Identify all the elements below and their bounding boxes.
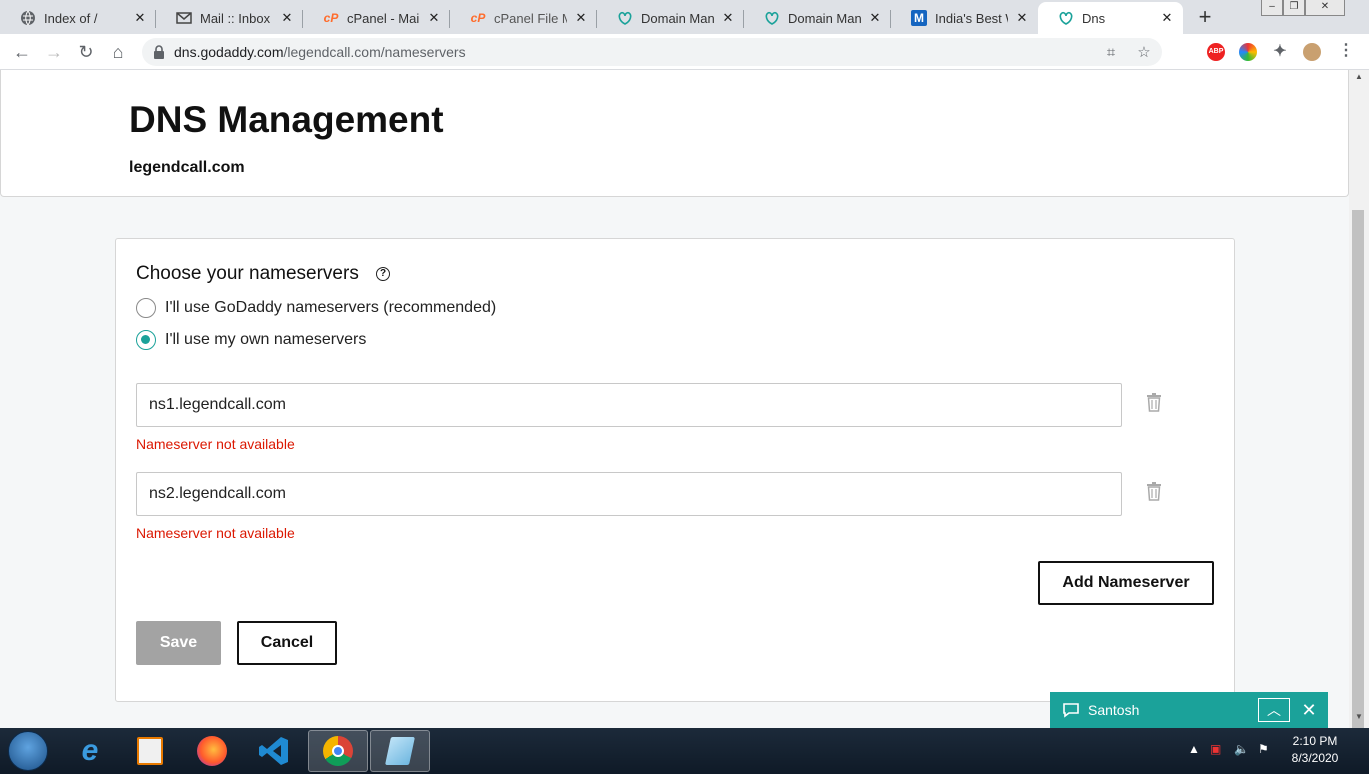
add-nameserver-button[interactable]: Add Nameserver [1038,561,1214,605]
restore-button[interactable]: ❐ [1283,0,1305,16]
help-icon[interactable]: ? [376,267,390,281]
nameserver-1-input[interactable] [136,383,1122,427]
color-picker-icon[interactable] [1239,43,1257,61]
extensions-icon[interactable]: ✦ [1271,43,1289,61]
tray-expand-icon[interactable]: ▲ [1188,742,1200,756]
firefox-icon[interactable] [182,730,242,772]
lock-icon [154,45,164,59]
minimize-button[interactable]: ‒ [1261,0,1283,16]
adblock-icon[interactable]: ABP [1207,43,1225,61]
tab-strip: Index of / ✕ Mail :: Inbox ✕ cP cPanel -… [0,0,1369,34]
godaddy-icon [617,10,633,26]
cpanel-icon: cP [323,11,339,25]
m-logo-icon: M [911,10,927,26]
browser-tab[interactable]: cP cPanel File Man ✕ [450,2,597,34]
domain-name: legendcall.com [129,159,245,176]
address-bar[interactable]: dns.godaddy.com/legendcall.com/nameserve… [142,38,1162,66]
clock[interactable]: 2:10 PM 8/3/2020 [1280,733,1350,767]
browser-tab[interactable]: Index of / ✕ [0,2,156,34]
browser-tab[interactable]: Domain Manag ✕ [597,2,744,34]
start-button[interactable] [8,731,48,771]
nameserver-2-input[interactable] [136,472,1122,516]
tray-app-icon[interactable]: ▣ [1210,742,1221,756]
scroll-thumb[interactable] [1352,210,1364,740]
radio-button[interactable] [136,298,156,318]
reload-button[interactable]: ↻ [74,40,98,64]
browser-tab[interactable]: cP cPanel - Main ✕ [303,2,450,34]
mail-icon [176,10,192,26]
radio-button-selected[interactable] [136,330,156,350]
page-title: DNS Management [129,99,444,140]
internet-explorer-icon[interactable]: e [60,730,120,772]
media-player-icon[interactable] [120,730,180,772]
window-controls: ‒ ❐ ✕ [1261,0,1345,16]
chat-bubble-icon [1063,703,1079,718]
scroll-down-arrow[interactable]: ▼ [1349,712,1369,726]
home-button[interactable]: ⌂ [106,40,130,64]
radio-own-nameservers[interactable]: I'll use my own nameservers [136,330,366,350]
browser-tab[interactable]: M India's Best We ✕ [891,2,1038,34]
godaddy-icon [764,10,780,26]
close-icon[interactable]: ✕ [1014,10,1030,26]
back-button[interactable]: ← [10,40,34,64]
nameserver-2-error: Nameserver not available [136,525,295,541]
close-icon[interactable]: ✕ [132,10,148,26]
close-icon[interactable]: ✕ [1298,698,1320,722]
flag-icon[interactable]: ⚑ [1258,742,1269,756]
cancel-button[interactable]: Cancel [237,621,337,665]
menu-icon[interactable]: ⋮ [1337,43,1355,61]
new-tab-button[interactable]: + [1192,5,1218,31]
volume-icon[interactable]: 🔈 [1234,742,1249,756]
scroll-up-arrow[interactable]: ▲ [1349,72,1369,86]
chrome-icon[interactable] [308,730,368,772]
close-icon[interactable]: ✕ [573,10,589,26]
close-icon[interactable]: ✕ [867,10,883,26]
chat-agent-name: Santosh [1088,702,1140,718]
close-icon[interactable]: ✕ [720,10,736,26]
globe-icon [20,10,36,26]
profile-avatar[interactable] [1303,43,1321,61]
radio-godaddy-nameservers[interactable]: I'll use GoDaddy nameservers (recommende… [136,298,496,318]
translate-icon[interactable]: ⌗ [1102,44,1120,62]
vscode-icon[interactable] [244,730,304,772]
bookmark-star-icon[interactable]: ☆ [1135,44,1153,62]
close-icon[interactable]: ✕ [279,10,295,26]
browser-tab[interactable]: Domain Manag ✕ [744,2,891,34]
close-icon[interactable]: ✕ [426,10,442,26]
page-scrollbar[interactable]: ▲ ▼ [1349,70,1369,740]
forward-button[interactable]: → [42,40,66,64]
trash-icon[interactable] [1146,392,1162,412]
chat-widget[interactable]: Santosh ︿ ✕ [1050,692,1328,728]
chevron-up-icon[interactable]: ︿ [1258,698,1290,722]
browser-tab[interactable]: Mail :: Inbox ✕ [156,2,303,34]
browser-toolbar: ← → ↻ ⌂ dns.godaddy.com/legendcall.com/n… [0,34,1369,70]
url-text: dns.godaddy.com/legendcall.com/nameserve… [174,44,466,60]
trash-icon[interactable] [1146,481,1162,501]
cpanel-icon: cP [470,11,486,25]
close-icon[interactable]: ✕ [1159,10,1175,26]
godaddy-icon [1058,10,1074,26]
notepad-icon[interactable] [370,730,430,772]
section-title: Choose your nameservers [136,263,359,284]
save-button[interactable]: Save [136,621,221,665]
close-window-button[interactable]: ✕ [1305,0,1345,16]
browser-tab-active[interactable]: Dns ✕ [1038,2,1183,34]
taskbar: e ▲ ▣ 🔈 ⚑ 2:10 PM 8/3/2020 [0,728,1369,774]
nameserver-1-error: Nameserver not available [136,436,295,452]
